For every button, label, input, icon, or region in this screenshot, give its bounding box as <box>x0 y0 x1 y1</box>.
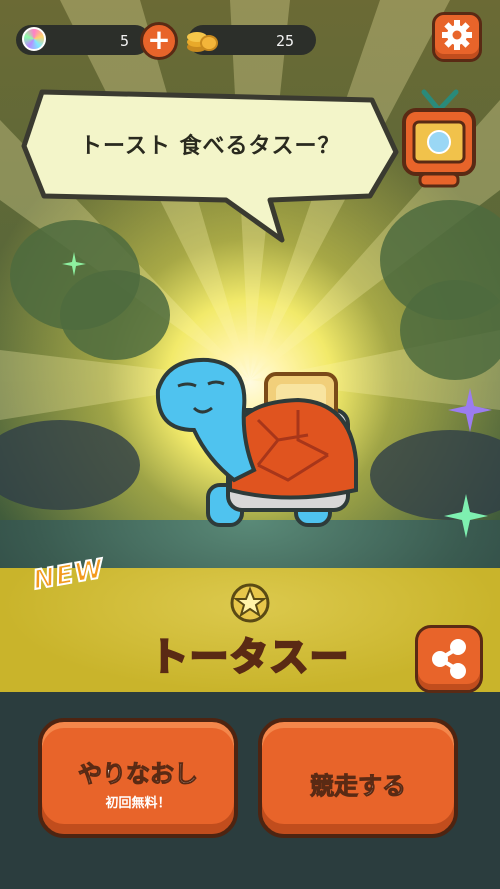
tree-right-2 <box>400 280 500 380</box>
coins-count: 25 <box>276 32 295 50</box>
share-button[interactable] <box>415 625 483 693</box>
add-gems-button[interactable]: + <box>140 22 178 60</box>
gems-count: 5 <box>120 32 130 50</box>
sparkle-icon <box>448 388 492 432</box>
retry-free-label: 初回無料！ <box>105 796 171 811</box>
settings-button[interactable] <box>432 12 482 62</box>
tv-icon[interactable] <box>400 88 478 196</box>
sparkle-icon <box>62 252 86 276</box>
star-badge-icon <box>230 583 270 623</box>
gear-icon <box>442 20 472 50</box>
race-button[interactable]: 競走する <box>258 718 458 838</box>
gem-icon <box>22 27 46 51</box>
speech-bubble <box>21 89 399 243</box>
tree-left-2 <box>60 270 170 360</box>
share-icon <box>432 639 466 679</box>
race-button-label: 競走する <box>310 772 407 801</box>
speech-bubble-text: トースト 食べるタスー？ <box>80 134 341 159</box>
retry-button[interactable]: やりなおし 初回無料！ <box>38 718 238 838</box>
plus-icon: + <box>147 23 171 56</box>
character-name: トータスー <box>148 634 350 681</box>
turtle-character <box>155 357 358 527</box>
sparkle-icon <box>444 494 488 538</box>
retry-button-label: やりなおし <box>78 760 199 789</box>
coin-stack-icon <box>187 32 218 52</box>
